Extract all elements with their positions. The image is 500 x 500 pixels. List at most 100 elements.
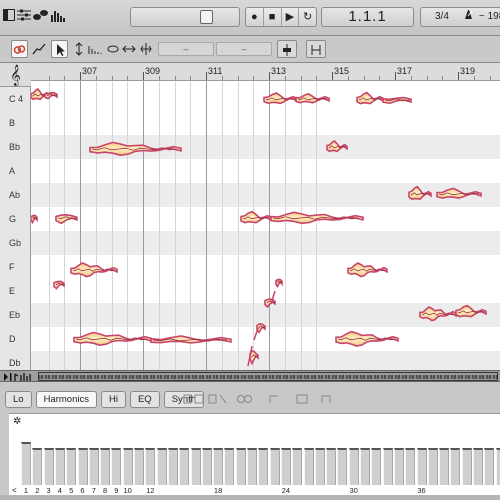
harmonic-bar[interactable] — [201, 447, 212, 485]
harmonics-scrollbar[interactable] — [0, 495, 500, 500]
harmonic-bar[interactable] — [450, 447, 461, 485]
harmonic-bar[interactable] — [156, 447, 167, 485]
separation-tool-icon[interactable] — [137, 40, 154, 58]
harmonic-bar[interactable] — [292, 447, 303, 485]
harmonic-bar[interactable] — [461, 447, 472, 485]
pointer-tool-icon[interactable] — [51, 40, 68, 58]
note-blobs[interactable] — [31, 81, 500, 370]
note-blob[interactable] — [256, 322, 266, 334]
harmonic-bar[interactable] — [348, 447, 359, 485]
amplitude-tool-icon[interactable] — [104, 40, 121, 58]
harmonic-bar[interactable] — [326, 447, 337, 485]
play-button[interactable]: ▶ — [282, 8, 300, 26]
harmonic-bar[interactable] — [190, 447, 201, 485]
harmonic-bar[interactable] — [235, 447, 246, 485]
tempo-display[interactable]: 3/4 ~ 198 — [420, 7, 500, 27]
pitch-tool-icon[interactable] — [70, 40, 87, 58]
harmonic-bar[interactable] — [269, 447, 280, 485]
tab-harmonics[interactable]: Harmonics — [35, 391, 97, 408]
note-blob[interactable] — [335, 330, 399, 347]
time-quantize-icon[interactable] — [306, 40, 326, 58]
bypass-icon[interactable] — [320, 394, 334, 406]
note-blob[interactable] — [31, 214, 38, 225]
harmonic-bar[interactable] — [77, 447, 88, 485]
note-blob[interactable] — [264, 298, 276, 309]
harmonic-bar[interactable] — [66, 447, 77, 485]
harmonic-bar[interactable] — [393, 447, 404, 485]
loop-button[interactable]: ↻ — [299, 8, 316, 26]
note-blob[interactable] — [55, 213, 78, 225]
harmonic-bar[interactable] — [100, 447, 111, 485]
spectrum-icon[interactable] — [51, 8, 65, 24]
harmonic-bar[interactable] — [495, 447, 500, 485]
harmonic-bar[interactable] — [122, 447, 133, 485]
undo-icon[interactable] — [268, 394, 282, 406]
blobs-view-icon[interactable] — [33, 8, 49, 24]
time-ruler[interactable]: 307 309 311 313 315 317 319 — [31, 63, 500, 81]
stop-button[interactable]: ■ — [264, 8, 282, 26]
paste-icon[interactable] — [208, 394, 230, 406]
harmonic-bar[interactable] — [360, 447, 370, 485]
mixer-icon[interactable] — [17, 8, 31, 24]
harmonic-bar[interactable] — [247, 447, 257, 485]
formant-tool-icon[interactable] — [86, 40, 103, 58]
harmonic-bar[interactable] — [439, 447, 450, 485]
harmonic-bar[interactable] — [303, 447, 314, 485]
harmonic-bar[interactable] — [111, 447, 122, 485]
note-blob[interactable] — [89, 141, 182, 157]
harmonic-bar[interactable] — [382, 447, 393, 485]
harmonic-bar[interactable] — [145, 447, 156, 485]
sidebar-toggle-icon[interactable] — [3, 8, 15, 24]
pitch-curve-icon[interactable] — [30, 40, 47, 58]
harmonic-bar[interactable] — [179, 447, 190, 485]
harmonic-bar[interactable] — [88, 447, 99, 485]
link-tool-icon[interactable] — [11, 40, 28, 58]
harmonic-bar[interactable] — [43, 447, 54, 485]
tab-eq[interactable]: EQ — [129, 391, 160, 408]
track-slider[interactable] — [130, 7, 240, 27]
note-blob[interactable] — [53, 280, 65, 290]
note-blob[interactable] — [275, 278, 283, 289]
time-tool-icon[interactable] — [120, 40, 137, 58]
position-display[interactable]: 1.1.1 — [321, 7, 414, 27]
harmonic-bar[interactable] — [337, 447, 348, 485]
scroll-left-button[interactable]: < — [12, 486, 17, 495]
note-blob[interactable] — [70, 262, 118, 278]
harmonic-bar[interactable] — [224, 447, 235, 485]
copy-icon[interactable] — [183, 394, 205, 406]
harmonic-bar[interactable] — [54, 447, 65, 485]
metronome-icon[interactable] — [463, 8, 474, 26]
time-signature[interactable]: 3/4 — [435, 8, 449, 26]
harmonic-bar[interactable] — [167, 447, 178, 485]
harmonic-bar[interactable] — [405, 447, 416, 485]
macro-field-2[interactable]: – — [216, 42, 272, 56]
harmonic-bar[interactable] — [473, 447, 483, 485]
quantize-icon[interactable] — [277, 40, 297, 58]
slider-handle[interactable] — [200, 10, 213, 24]
harmonics-display[interactable]: ✲ < 1 2 3 4 5 6 7 8 9 10 12 18 24 30 36 — [9, 413, 500, 495]
harmonic-bar[interactable] — [213, 447, 224, 485]
macro-field-1[interactable]: – — [158, 42, 214, 56]
note-editor-grid[interactable] — [31, 81, 500, 370]
harmonic-bar[interactable] — [314, 447, 325, 485]
tab-hi[interactable]: Hi — [100, 391, 126, 408]
harmonic-bar[interactable] — [21, 441, 31, 485]
harmonic-bar[interactable] — [371, 447, 382, 485]
harmonic-bar[interactable] — [280, 447, 291, 485]
harmonic-bar[interactable] — [32, 447, 43, 485]
harmonic-bar[interactable] — [416, 447, 427, 485]
harmonic-bar[interactable] — [427, 447, 438, 485]
note-blob[interactable] — [270, 211, 364, 225]
record-button[interactable]: ● — [246, 8, 264, 26]
overview-strip[interactable] — [0, 370, 500, 382]
harmonic-bar[interactable] — [484, 447, 495, 485]
tempo-value[interactable]: ~ 198 — [479, 8, 500, 26]
link-icon[interactable] — [235, 394, 257, 406]
tab-lo[interactable]: Lo — [5, 391, 32, 408]
clef-icon[interactable]: 𝄞 — [0, 63, 31, 87]
note-blob[interactable] — [73, 331, 152, 347]
settings-gear-icon[interactable]: ✲ — [13, 416, 21, 427]
harmonic-bar[interactable] — [134, 447, 144, 485]
harmonic-bar[interactable] — [258, 447, 269, 485]
reset-icon[interactable] — [296, 394, 310, 406]
